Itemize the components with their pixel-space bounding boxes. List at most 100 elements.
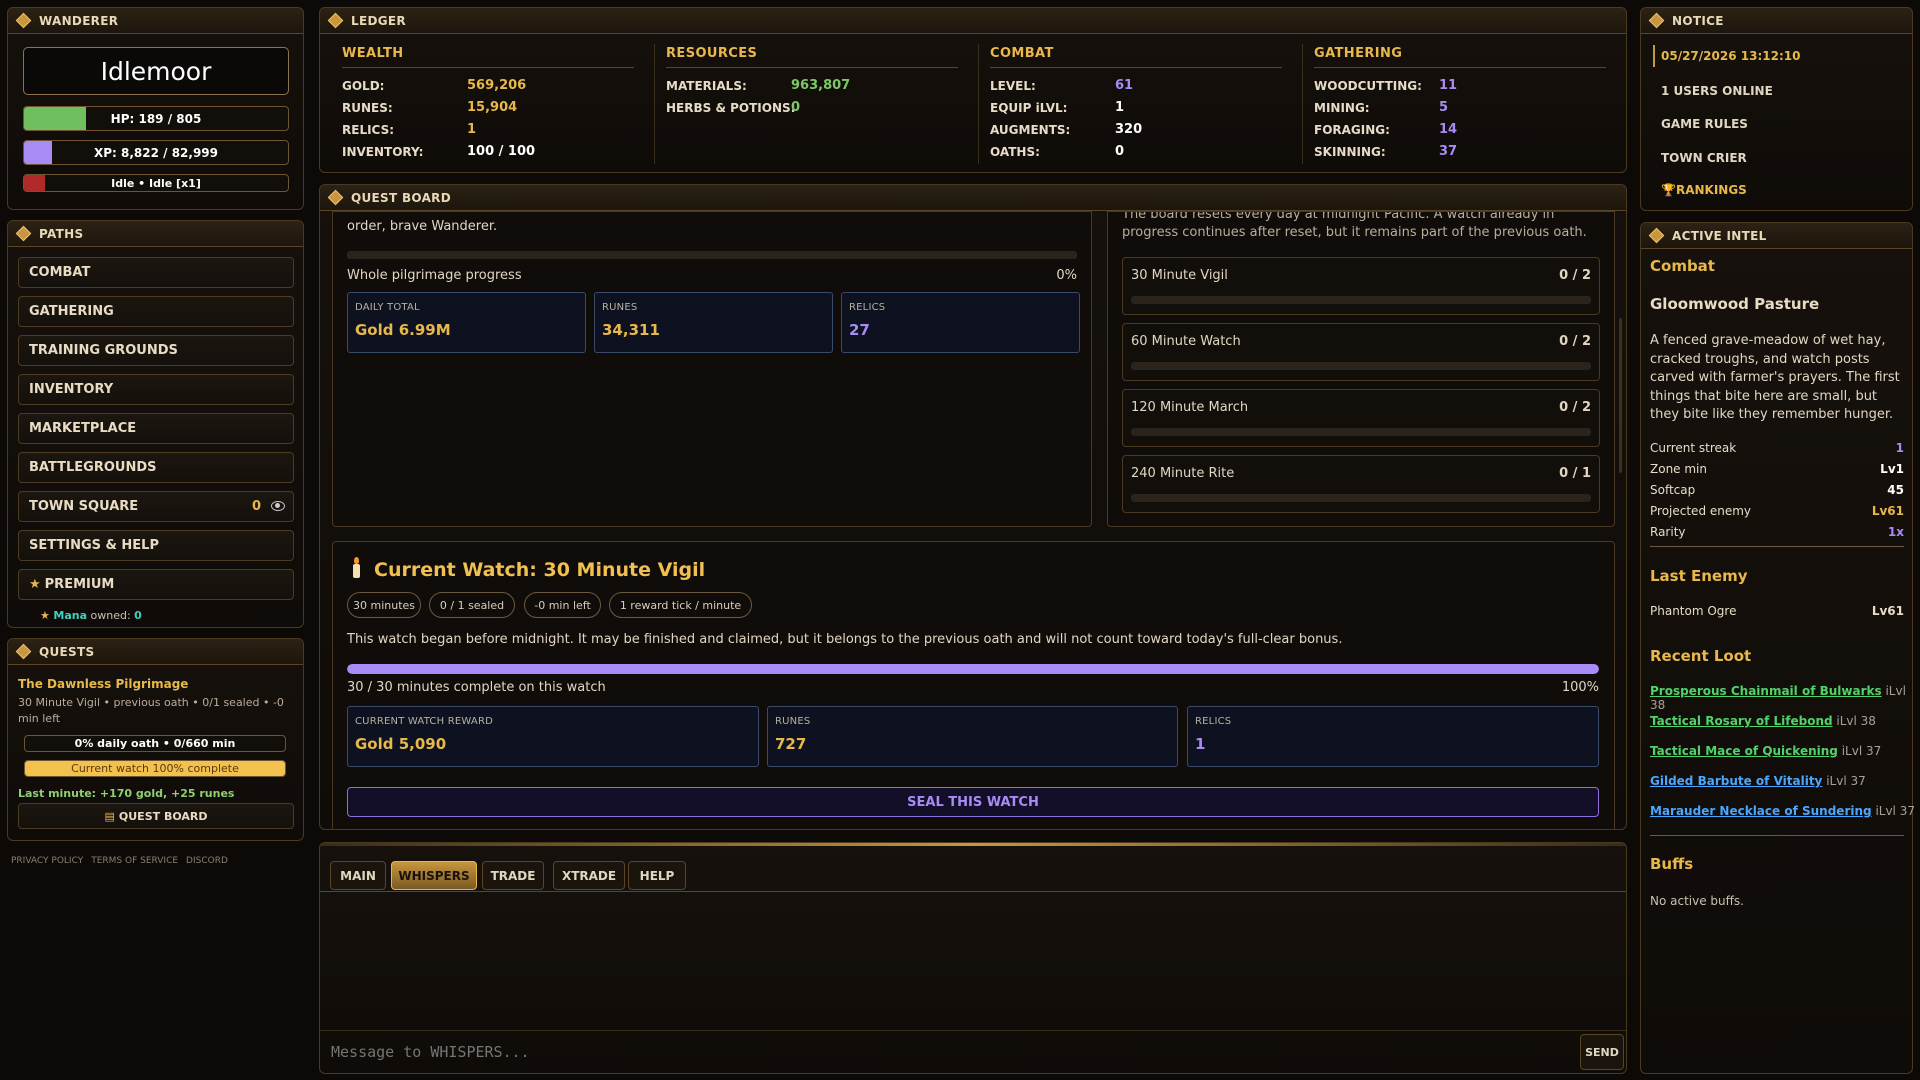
- pill-sealed: 0 / 1 sealed: [429, 592, 515, 618]
- ledger-stat-label: EQUIP iLVL:: [990, 101, 1068, 115]
- chat-message-input[interactable]: [322, 1034, 1577, 1070]
- box-label: RELICS: [1195, 716, 1232, 727]
- terms-link[interactable]: TERMS OF SERVICE: [91, 856, 178, 866]
- intel-title: ACTIVE INTEL: [1672, 228, 1767, 243]
- vigils-card: The board resets every day at midnight P…: [1107, 211, 1615, 527]
- watch-runes-box: RUNES 727: [767, 706, 1178, 767]
- privacy-policy-link[interactable]: PRIVACY POLICY: [11, 856, 83, 866]
- intel-stat-value: 1x: [1887, 525, 1904, 539]
- runes-total-box: RUNES 34,311: [594, 292, 833, 353]
- nav-town-square[interactable]: TOWN SQUARE 0: [18, 491, 294, 522]
- nav-combat[interactable]: COMBAT: [18, 257, 294, 288]
- box-label: CURRENT WATCH REWARD: [355, 716, 493, 727]
- intel-stat-row: Rarity 1x: [1650, 525, 1904, 539]
- box-value: 27: [849, 321, 870, 339]
- scrollbar[interactable]: [1619, 318, 1622, 473]
- intel-section: Combat: [1650, 257, 1715, 275]
- mana-value: 0: [134, 609, 142, 622]
- notice-header: NOTICE: [1641, 8, 1912, 34]
- notice-panel: NOTICE: [1640, 7, 1913, 211]
- users-online: 1 USERS ONLINE: [1661, 84, 1773, 98]
- discord-link[interactable]: DISCORD: [186, 856, 228, 866]
- current-watch-text: Current watch 100% complete: [71, 762, 239, 775]
- tab-xtrade[interactable]: XTRADE: [553, 861, 625, 890]
- loot-item-link[interactable]: Marauder Necklace of Sundering: [1650, 804, 1872, 818]
- ledger-stat-label: SKINNING:: [1314, 145, 1386, 159]
- ledger-stat-value: 963,807: [791, 78, 851, 93]
- send-button[interactable]: SEND: [1580, 1034, 1624, 1070]
- buffs-text: No active buffs.: [1650, 894, 1744, 908]
- whole-progress-track: [347, 251, 1077, 259]
- town-crier-link[interactable]: TOWN CRIER: [1661, 151, 1747, 165]
- quest-title: The Dawnless Pilgrimage: [18, 677, 189, 691]
- nav-settings-help[interactable]: SETTINGS & HELP: [18, 530, 294, 561]
- ledger-col-title: WEALTH: [342, 46, 404, 61]
- ledger-col-divider: [1314, 67, 1606, 68]
- rankings-link[interactable]: 🏆RANKINGS: [1661, 183, 1747, 197]
- watch-progress-track: [347, 664, 1599, 674]
- eye-icon: [271, 501, 285, 511]
- tab-whispers[interactable]: WHISPERS: [391, 861, 477, 890]
- notice-accent: [1653, 45, 1655, 67]
- enemy-level: Lv61: [1871, 604, 1904, 618]
- vigil-item[interactable]: 30 Minute Vigil 0 / 2: [1122, 257, 1600, 315]
- vigil-item[interactable]: 120 Minute March 0 / 2: [1122, 389, 1600, 447]
- recent-loot-header: Recent Loot: [1650, 647, 1752, 665]
- nav-inventory[interactable]: INVENTORY: [18, 374, 294, 405]
- tab-trade[interactable]: TRADE: [482, 861, 544, 890]
- ledger-stat-value: 1: [1115, 100, 1125, 115]
- vigil-count: 0 / 1: [1559, 466, 1591, 481]
- intel-stat-value: Lv1: [1880, 462, 1904, 476]
- vigil-item[interactable]: 60 Minute Watch 0 / 2: [1122, 323, 1600, 381]
- box-value: 727: [775, 735, 807, 753]
- last-minute-text: Last minute: +170 gold, +25 runes: [18, 787, 235, 800]
- box-label: RUNES: [775, 716, 811, 727]
- loot-item: Tactical Mace of Quickening iLvl 37: [1650, 744, 1881, 758]
- loot-item: Gilded Barbute of Vitality iLvl 37: [1650, 774, 1866, 788]
- ledger-col-divider: [666, 67, 958, 68]
- diamond-icon: [15, 643, 32, 660]
- loot-item-link[interactable]: Gilded Barbute of Vitality: [1650, 774, 1822, 788]
- vigil-name: 120 Minute March: [1131, 400, 1249, 415]
- quest-board-button[interactable]: ▤ QUEST BOARD: [18, 803, 294, 829]
- seal-watch-button[interactable]: SEAL THIS WATCH: [347, 787, 1599, 817]
- diamond-icon: [327, 189, 344, 206]
- tab-help[interactable]: HELP: [628, 861, 686, 890]
- loot-item-link[interactable]: Tactical Rosary of Lifebond: [1650, 714, 1833, 728]
- nav-training-grounds[interactable]: TRAINING GROUNDS: [18, 335, 294, 366]
- ledger-stat-value: 11: [1439, 78, 1458, 93]
- trophy-icon: 🏆: [1661, 183, 1676, 197]
- ledger-stat-value: 5: [1439, 100, 1449, 115]
- vigil-count: 0 / 2: [1559, 268, 1591, 283]
- nav-marketplace[interactable]: MARKETPLACE: [18, 413, 294, 444]
- daily-total-box: DAILY TOTAL Gold 6.99M: [347, 292, 586, 353]
- nav-premium[interactable]: ★ PREMIUM: [18, 569, 294, 600]
- loot-item: Prosperous Chainmail of Bulwarks iLvl 38: [1650, 684, 1920, 712]
- mana-suffix: owned:: [90, 609, 131, 622]
- notice-datetime: 05/27/2026 13:12:10: [1661, 49, 1801, 63]
- game-rules-link[interactable]: GAME RULES: [1661, 117, 1748, 131]
- ledger-stat-label: HERBS & POTIONS:: [666, 101, 796, 115]
- star-icon: ★: [29, 577, 41, 592]
- loot-item-link[interactable]: Tactical Mace of Quickening: [1650, 744, 1838, 758]
- nav-battlegrounds[interactable]: BATTLEGROUNDS: [18, 452, 294, 483]
- hp-text: HP: 189 / 805: [110, 111, 202, 126]
- intel-stat-row: Current streak 1: [1650, 441, 1904, 455]
- last-enemy-header: Last Enemy: [1650, 567, 1748, 585]
- diamond-icon: [327, 12, 344, 29]
- box-value: Gold 5,090: [355, 735, 447, 753]
- ledger-stat-label: WOODCUTTING:: [1314, 79, 1422, 93]
- ledger-stat-value: 0: [791, 100, 801, 115]
- current-watch-title: Current Watch: 30 Minute Vigil: [374, 559, 706, 581]
- ledger-stat-value: 1: [467, 122, 477, 137]
- vigil-item[interactable]: 240 Minute Rite 0 / 1: [1122, 455, 1600, 513]
- watch-progress-pct: 100%: [1561, 680, 1599, 695]
- ledger-stat-value: 14: [1439, 122, 1458, 137]
- watch-reward-box: CURRENT WATCH REWARD Gold 5,090: [347, 706, 759, 767]
- tab-main[interactable]: MAIN: [330, 861, 386, 890]
- loot-item-link[interactable]: Prosperous Chainmail of Bulwarks: [1650, 684, 1882, 698]
- nav-gathering[interactable]: GATHERING: [18, 296, 294, 327]
- ledger-stat-label: RUNES:: [342, 101, 393, 115]
- candle-icon: [353, 557, 360, 578]
- pilgrimage-card: order, brave Wanderer. Whole pilgrimage …: [332, 211, 1092, 527]
